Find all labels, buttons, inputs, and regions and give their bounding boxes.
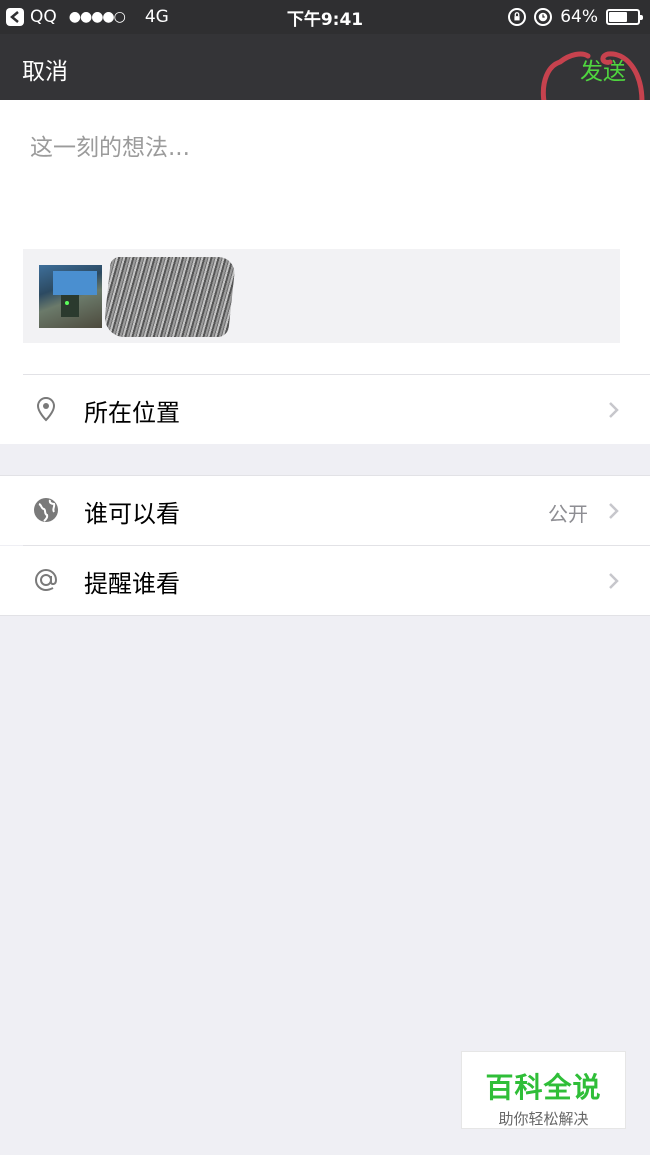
thumbnail-monitor — [53, 271, 97, 295]
at-sign-icon — [34, 568, 58, 592]
mention-label: 提醒谁看 — [84, 570, 180, 598]
cancel-button[interactable]: 取消 — [22, 52, 68, 86]
battery-percent: 64% — [560, 7, 598, 27]
visibility-label: 谁可以看 — [84, 500, 180, 528]
mention-row[interactable]: 提醒谁看 — [0, 546, 650, 615]
status-bar: QQ ●●●●○ 4G 下午9:41 64% — [0, 0, 650, 34]
divider — [0, 615, 650, 616]
watermark-logo: 百科全说 助你轻松解决 — [461, 1051, 626, 1129]
globe-icon — [34, 498, 58, 522]
thought-input[interactable]: 这一刻的想法... — [30, 128, 190, 162]
battery-icon — [606, 9, 643, 25]
watermark-title: 百科全说 — [485, 1071, 602, 1104]
battery-level-fill — [609, 12, 627, 22]
location-pin-icon — [36, 396, 56, 422]
redacted-scribble — [102, 257, 237, 337]
thumbnail-led — [65, 301, 69, 305]
chevron-right-icon — [609, 402, 619, 418]
shared-link-card[interactable] — [23, 249, 620, 343]
thumbnail-computer — [61, 295, 79, 317]
visibility-value: 公开 — [548, 502, 588, 526]
location-label: 所在位置 — [84, 399, 180, 427]
chevron-right-icon — [609, 503, 619, 519]
location-row[interactable]: 所在位置 — [0, 375, 650, 444]
visibility-row[interactable]: 谁可以看 公开 — [0, 476, 650, 545]
status-right: 64% — [508, 0, 643, 34]
chevron-right-icon — [609, 573, 619, 589]
rotation-lock-icon — [508, 8, 527, 26]
link-thumbnail — [39, 265, 102, 328]
alarm-icon — [534, 8, 553, 26]
watermark-subtitle: 助你轻松解决 — [498, 1110, 589, 1128]
